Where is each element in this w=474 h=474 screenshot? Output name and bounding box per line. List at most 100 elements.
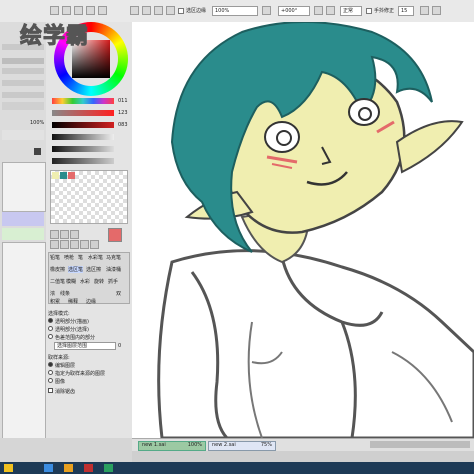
layer-area <box>2 242 46 444</box>
brush-hand[interactable]: 抓手 <box>108 278 118 285</box>
layer-item[interactable] <box>2 228 44 240</box>
brush-select-pen[interactable]: 选区笔 <box>68 266 84 273</box>
brush-dense[interactable]: 浓 <box>50 290 55 297</box>
antialias-checkbox[interactable] <box>48 388 53 393</box>
hand-tool-icon[interactable] <box>80 240 89 249</box>
sample-opt3: 图像 <box>55 379 66 385</box>
rotate-reset-button[interactable] <box>314 6 323 15</box>
select-mode-opt3: 色差范围内的部分 <box>55 335 96 341</box>
brush-marker[interactable]: 马克笔 <box>106 254 121 261</box>
bottom-left-area <box>0 438 132 462</box>
select-mode-opt2: 透明部分(选择) <box>55 327 89 333</box>
eyedropper-icon[interactable] <box>90 240 99 249</box>
brush-binary[interactable]: 二值笔 <box>50 278 65 285</box>
select-mode-title: 选择模式: <box>48 311 70 317</box>
brush-watercolor[interactable]: 水彩笔 <box>88 254 103 261</box>
sample-radio-3[interactable] <box>48 378 53 383</box>
zoom-in-button[interactable] <box>142 6 151 15</box>
magic-wand-icon[interactable] <box>70 230 79 239</box>
drawing-canvas[interactable] <box>132 22 474 438</box>
layer-list[interactable] <box>2 162 46 212</box>
panel-row <box>2 58 44 64</box>
zoom-step-button[interactable] <box>262 6 271 15</box>
swatch[interactable] <box>68 172 75 179</box>
stabilizer-dropdown[interactable]: 15 <box>398 6 414 16</box>
tool-panel: 011 123 083 铅笔 喷枪 笔 水彩笔 马克笔 橡皮擦 选区笔 选区擦 … <box>46 22 133 438</box>
ie-icon[interactable] <box>44 464 53 472</box>
artwork <box>157 22 474 438</box>
toolbar-extra-button[interactable] <box>420 6 429 15</box>
navigator-layer-panel: 100% <box>0 22 47 444</box>
panel-row <box>2 92 44 98</box>
panel-row <box>2 68 44 74</box>
zoom-tool-icon[interactable] <box>60 240 69 249</box>
select-mode-radio-3[interactable] <box>48 334 53 339</box>
invert-selection-button[interactable] <box>86 6 95 15</box>
move-tool-icon[interactable] <box>50 240 59 249</box>
sample-opt2: 指定为取样来源的图层 <box>55 371 106 377</box>
toolbar-extra-button-2[interactable] <box>432 6 441 15</box>
taskbar <box>0 462 474 474</box>
rotate-button[interactable] <box>166 6 175 15</box>
select-mode-opt1: 透明部分(描画) <box>55 319 89 325</box>
brush-watercolor-2[interactable]: 水彩 <box>80 278 90 285</box>
sample-radio-2[interactable] <box>48 370 53 375</box>
brush-dilute[interactable]: 稀释 <box>68 298 78 305</box>
range-value: 0 <box>118 343 122 349</box>
brush-rotate[interactable]: 旋转 <box>94 278 104 285</box>
deselect-button[interactable] <box>74 6 83 15</box>
swatch[interactable] <box>60 172 67 179</box>
range-slider[interactable]: 选择图层范围 <box>54 342 116 350</box>
selection-edge-label: 选区边缘 <box>186 8 207 14</box>
sai-icon[interactable] <box>84 464 93 472</box>
panel-row <box>2 130 44 140</box>
panel-row <box>2 80 44 86</box>
flip-button[interactable] <box>326 6 335 15</box>
select-mode-radio-1[interactable] <box>48 318 53 323</box>
primary-color-swatch[interactable] <box>108 228 122 242</box>
panel-row <box>2 102 44 110</box>
layer-button[interactable] <box>34 148 41 155</box>
layer-item-selected[interactable] <box>2 212 44 226</box>
brush-pencil[interactable]: 铅笔 <box>50 254 60 261</box>
folder-icon[interactable] <box>64 464 73 472</box>
zoom-fit-button[interactable] <box>154 6 163 15</box>
sample-source-title: 取样来源: <box>48 355 70 361</box>
brush-select-eraser[interactable]: 选区擦 <box>86 266 101 273</box>
sample-opt1: 编辑图层 <box>55 363 76 369</box>
start-icon[interactable] <box>4 464 13 472</box>
opacity-value: 100% <box>30 120 45 126</box>
crop-button[interactable] <box>98 6 107 15</box>
file-tab-2[interactable]: new 2.sai 75% <box>208 441 276 451</box>
selection-edge-checkbox[interactable] <box>178 8 184 14</box>
antialias-label: 消除锯齿 <box>55 389 76 395</box>
brush-double[interactable]: 双 <box>116 290 121 297</box>
blend-mode-dropdown[interactable]: 正常 <box>340 6 362 16</box>
zoom-out-button[interactable] <box>130 6 139 15</box>
stabilizer-checkbox[interactable] <box>366 8 372 14</box>
file-tabs-bar: new 1.sai 100% new 2.sai 75% <box>132 438 474 451</box>
angle-field[interactable]: +000° <box>278 6 310 16</box>
brush-bucket[interactable]: 油漆桶 <box>106 266 121 273</box>
brush-line[interactable]: 线条 <box>60 290 70 297</box>
brush-pen[interactable]: 笔 <box>78 254 83 261</box>
zoom-dropdown[interactable]: 100% <box>212 6 258 16</box>
file-tab-1[interactable]: new 1.sai 100% <box>138 441 206 451</box>
undo-button[interactable] <box>50 6 59 15</box>
redo-button[interactable] <box>62 6 71 15</box>
selection-tool-icon[interactable] <box>50 230 59 239</box>
horizontal-scrollbar[interactable] <box>370 441 470 448</box>
lasso-tool-icon[interactable] <box>60 230 69 239</box>
rotate-tool-icon[interactable] <box>70 240 79 249</box>
watermark-logo: 绘学霸 <box>19 24 90 50</box>
select-mode-radio-2[interactable] <box>48 326 53 331</box>
brush-eraser[interactable]: 橡皮擦 <box>50 266 65 273</box>
brush-edge[interactable]: 边缘 <box>86 298 96 305</box>
brush-accumulate[interactable]: 积累 <box>50 298 60 305</box>
stabilizer-label: 手抖修正 <box>374 8 395 14</box>
brush-blur[interactable]: 模糊 <box>66 278 76 285</box>
app-icon[interactable] <box>104 464 113 472</box>
brush-airbrush[interactable]: 喷枪 <box>64 254 74 261</box>
swatch[interactable] <box>52 172 59 179</box>
sample-radio-1[interactable] <box>48 362 53 367</box>
